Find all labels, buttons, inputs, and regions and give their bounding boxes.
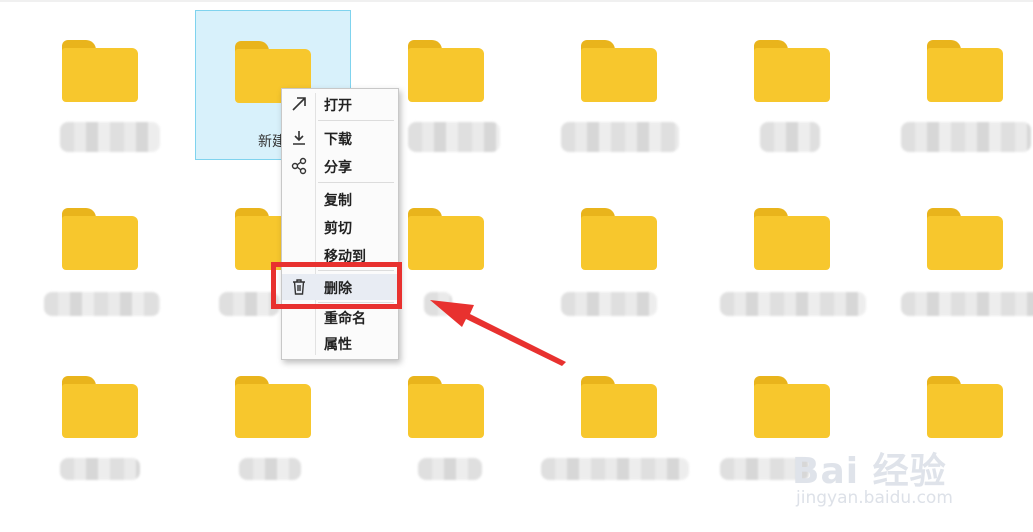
watermark-url: jingyan.baidu.com — [796, 488, 953, 508]
watermark-logo-text: Bai 经验 — [792, 451, 947, 492]
baidu-jingyan-watermark: Bai 经验 jingyan.baidu.com — [782, 438, 1022, 518]
